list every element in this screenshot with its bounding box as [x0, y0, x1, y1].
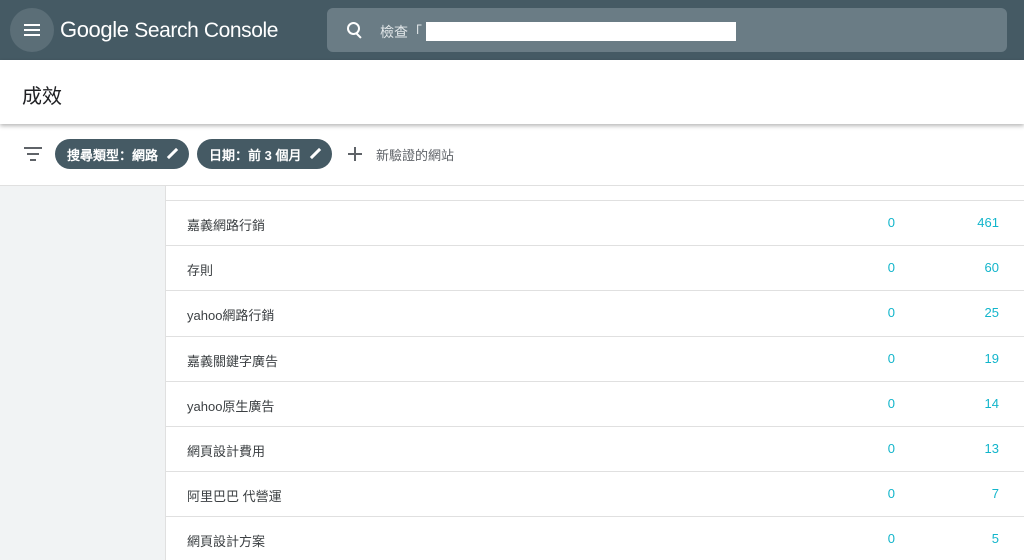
table-row[interactable]: 嘉義關鍵字廣告 0 19 [166, 335, 1024, 381]
logo-brand: Google [60, 17, 129, 42]
query-cell: 嘉義關鍵字廣告 [187, 353, 279, 369]
impressions-cell: 461 [977, 215, 999, 230]
table-row[interactable]: 嘉義網路行銷 0 461 [166, 200, 1024, 245]
chip-label: 搜尋類型：網路 [67, 147, 159, 163]
search-icon[interactable] [347, 22, 362, 37]
query-cell: 網頁設計費用 [187, 443, 266, 459]
clicks-cell: 0 [887, 395, 895, 411]
search-input-value[interactable] [426, 22, 736, 41]
app-bar: Google Search Console 檢查「 [0, 0, 1024, 60]
impressions-cell: 25 [984, 305, 999, 321]
query-cell: 嘉義網路行銷 [187, 218, 266, 233]
queries-table: 嘉義網路行銷 0 461 存則 0 60 yahoo網路行銷 0 25 嘉義關鍵… [166, 200, 1024, 560]
clicks-cell: 0 [887, 350, 895, 366]
query-cell: yahoo網路行銷 [187, 308, 275, 324]
edit-icon [309, 148, 320, 160]
chip-label: 日期：前 3 個月 [209, 147, 302, 163]
table-row[interactable]: 阿里巴巴 代營運 0 7 [166, 471, 1024, 516]
impressions-cell: 13 [984, 440, 999, 456]
impressions-cell: 14 [984, 395, 999, 411]
page-header: 成效 [0, 60, 1024, 124]
content-area: 嘉義網路行銷 0 461 存則 0 60 yahoo網路行銷 0 25 嘉義關鍵… [0, 186, 1024, 560]
impressions-cell: 7 [991, 486, 999, 502]
table-row[interactable]: 網頁設計方案 0 5 [166, 516, 1024, 560]
query-cell: 存則 [187, 263, 214, 279]
query-cell: yahoo原生廣告 [187, 398, 275, 414]
edit-icon [166, 148, 177, 160]
clicks-cell: 0 [887, 305, 895, 321]
search-placeholder: 檢查「 [380, 24, 422, 40]
clicks-cell: 0 [887, 486, 895, 502]
clicks-cell: 0 [887, 531, 895, 547]
filter-chip-date[interactable]: 日期：前 3 個月 [197, 139, 332, 169]
filter-chip-search-type[interactable]: 搜尋類型：網路 [55, 139, 189, 169]
table-row[interactable]: yahoo原生廣告 0 14 [166, 380, 1024, 426]
table-row[interactable]: 網頁設計費用 0 13 [166, 425, 1024, 471]
filter-icon[interactable] [24, 147, 42, 161]
impressions-cell: 60 [984, 260, 999, 276]
url-inspection-search[interactable]: 檢查「 [327, 8, 1007, 52]
add-filter-button[interactable]: 新驗證的網站 [348, 144, 454, 164]
clicks-cell: 0 [887, 215, 895, 230]
menu-icon [24, 29, 40, 31]
plus-icon [348, 147, 362, 161]
search-console-logo[interactable]: Google Search Console [60, 17, 278, 43]
filter-bar: 搜尋類型：網路 日期：前 3 個月 新驗證的網站 [0, 124, 1024, 186]
logo-product: Search Console [134, 19, 279, 42]
main-menu-button[interactable] [10, 8, 54, 52]
clicks-cell: 0 [887, 260, 895, 276]
table-row[interactable]: 存則 0 60 [166, 245, 1024, 290]
page-title: 成效 [22, 86, 62, 108]
add-filter-label: 新驗證的網站 [376, 147, 455, 163]
impressions-cell: 19 [984, 350, 999, 366]
impressions-cell: 5 [991, 531, 999, 547]
clicks-cell: 0 [887, 440, 895, 456]
table-row[interactable]: yahoo網路行銷 0 25 [166, 290, 1024, 335]
queries-card: 嘉義網路行銷 0 461 存則 0 60 yahoo網路行銷 0 25 嘉義關鍵… [165, 186, 1024, 560]
query-cell: 阿里巴巴 代營運 [187, 489, 282, 505]
query-cell: 網頁設計方案 [187, 534, 266, 550]
